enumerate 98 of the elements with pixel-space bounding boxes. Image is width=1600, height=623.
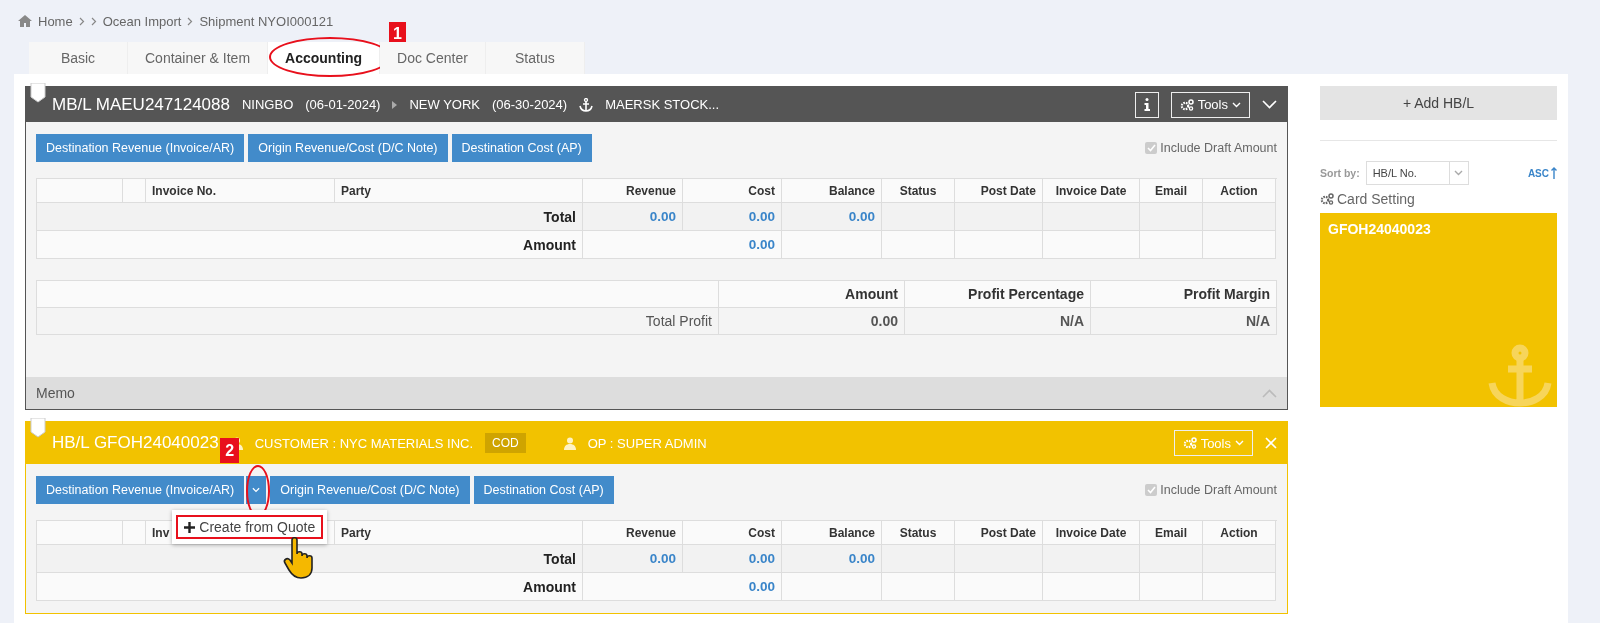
vessel-name: MAERSK STOCK...	[605, 97, 720, 112]
caret-icon	[1235, 440, 1244, 446]
caret-icon	[1232, 101, 1241, 108]
table-cell: 0.00	[782, 203, 882, 231]
action-button[interactable]: Destination Cost (AP)	[473, 476, 614, 504]
table-cell: N/A	[1091, 308, 1277, 335]
action-button[interactable]: Destination Cost (AP)	[451, 134, 592, 162]
plus-icon	[184, 521, 196, 533]
table-cell: 0.00	[583, 203, 683, 231]
sort-label: Sort by:	[1320, 167, 1360, 179]
column-header: Email	[1140, 179, 1203, 203]
column-header: Profit Percentage	[905, 281, 1091, 308]
table-cell: N/A	[905, 308, 1091, 335]
column-header: Revenue	[583, 521, 683, 545]
row-label: Amount	[37, 231, 583, 259]
column-header: Party	[335, 521, 583, 545]
action-button[interactable]: Destination Revenue (Invoice/AR)	[36, 476, 245, 504]
table-cell	[1140, 545, 1203, 573]
port-name: NINGBO	[242, 97, 294, 112]
arrow-up-icon	[1551, 167, 1557, 179]
memo-bar[interactable]: Memo	[26, 377, 1287, 409]
tab[interactable]: Status	[485, 42, 585, 74]
column-header: Invoice Date	[1043, 521, 1140, 545]
column-header: Action	[1203, 521, 1276, 545]
column-header: Party	[335, 179, 583, 203]
info-button[interactable]	[1134, 91, 1159, 118]
bill-title: HB/L GFOH24040023	[52, 433, 219, 453]
column-header: Cost	[683, 179, 782, 203]
row-label: Amount	[37, 573, 583, 601]
sort-select[interactable]: HB/L No.	[1365, 161, 1469, 185]
triangle-icon	[392, 100, 398, 109]
action-button[interactable]: Origin Revenue/Cost (D/C Note)	[248, 134, 448, 162]
bill-title: MB/L MAEU247124088	[52, 94, 230, 115]
row-label: Total	[37, 203, 583, 231]
checkbox-label: Include Draft Amount	[1160, 483, 1277, 497]
column-header: Email	[1140, 521, 1203, 545]
column-header: Post Date	[955, 521, 1043, 545]
column-header: Invoice No.	[146, 179, 335, 203]
sort-order-link[interactable]: ASC	[1527, 167, 1557, 179]
dropdown-toggle[interactable]	[246, 476, 267, 504]
card-title: GFOH24040023	[1328, 221, 1432, 237]
table-cell: 0.00	[683, 545, 782, 573]
anchor-icon	[1488, 343, 1552, 407]
home-icon	[18, 15, 32, 27]
caret-icon	[252, 487, 261, 493]
tools-button[interactable]: Tools	[1170, 91, 1250, 118]
row-label: Total	[37, 545, 583, 573]
chevron-icon	[187, 16, 194, 26]
collapse-icon[interactable]	[1262, 100, 1277, 109]
table-cell: 0.00	[719, 308, 905, 335]
checkbox[interactable]	[1145, 142, 1158, 154]
column-header: Cost	[683, 521, 782, 545]
port-name: NEW YORK	[409, 97, 480, 112]
table-cell	[1140, 203, 1203, 231]
table-cell	[1140, 573, 1203, 601]
tab[interactable]: Basic	[29, 42, 128, 74]
table-cell	[1140, 231, 1203, 259]
info-icon	[1143, 98, 1150, 111]
table-cell: 0.00	[683, 203, 782, 231]
gears-icon	[1182, 437, 1197, 449]
memo-label: Memo	[36, 385, 75, 401]
column-header: Profit Margin	[1091, 281, 1277, 308]
table-cell: 0.00	[583, 573, 782, 601]
column-header: Invoice Date	[1043, 179, 1140, 203]
user-icon	[563, 436, 576, 450]
tab[interactable]: Container & Item	[128, 42, 269, 74]
payment-badge: COD	[485, 433, 526, 453]
column-header: Balance	[782, 179, 882, 203]
checkbox[interactable]	[1145, 484, 1158, 496]
column-header: Amount	[719, 281, 905, 308]
action-button[interactable]: Destination Revenue (Invoice/AR)	[36, 134, 245, 162]
table-cell: 0.00	[782, 545, 882, 573]
gears-icon	[1320, 193, 1334, 205]
customer-name: CUSTOMER : NYC MATERIALS INC.	[254, 435, 474, 451]
column-header: Action	[1203, 179, 1276, 203]
add-button[interactable]: + Add HB/L	[1320, 86, 1557, 120]
table-cell: 0.00	[583, 545, 683, 573]
anchor-icon	[579, 97, 594, 112]
annotation-badge: 2	[220, 438, 240, 463]
menu-item[interactable]: Create from Quote	[176, 515, 324, 539]
breadcrumb-link[interactable]: Home	[38, 13, 73, 29]
operator-name: OP : SUPER ADMIN	[587, 435, 707, 451]
tab[interactable]: Doc Center	[380, 42, 486, 74]
column-header: Revenue	[583, 179, 683, 203]
port-date: (06-01-2024)	[305, 97, 381, 112]
port-date: (06-30-2024)	[492, 97, 568, 112]
checkbox-label: Include Draft Amount	[1160, 141, 1277, 155]
breadcrumb-link[interactable]: Ocean Import	[102, 13, 182, 29]
action-button[interactable]: Origin Revenue/Cost (D/C Note)	[270, 476, 470, 504]
row-label: Total Profit	[37, 308, 719, 335]
column-header: Status	[882, 179, 955, 203]
column-header: Post Date	[955, 179, 1043, 203]
column-header: Status	[882, 521, 955, 545]
table-cell: 0.00	[583, 231, 782, 259]
gears-icon	[1179, 98, 1194, 111]
caret-icon	[1454, 170, 1464, 176]
column-header: Balance	[782, 521, 882, 545]
card-setting-link[interactable]: Card Setting	[1337, 191, 1415, 207]
